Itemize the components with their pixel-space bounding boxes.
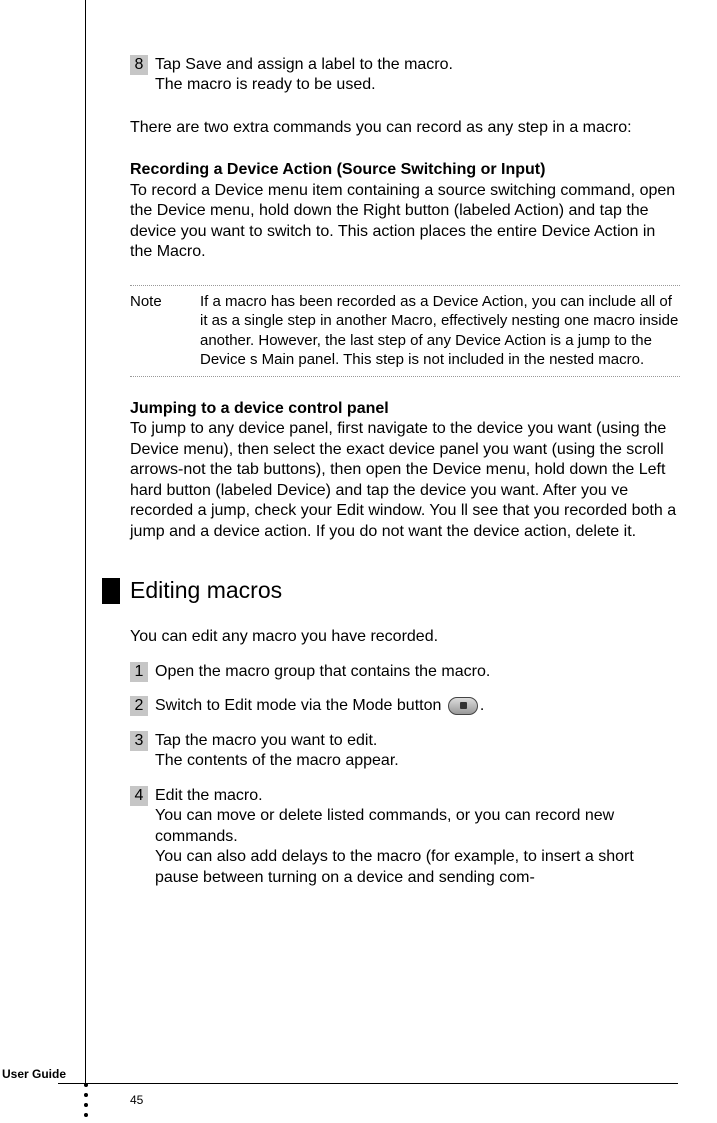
section-marker-icon xyxy=(102,578,120,604)
note-label: Note xyxy=(130,292,200,370)
edit-step-2: 2 Switch to Edit mode via the Mode butto… xyxy=(130,696,680,716)
step-number-3: 3 xyxy=(130,731,148,751)
jumping-body: To jump to any device panel, first navig… xyxy=(130,419,680,542)
recording-heading: Recording a Device Action (Source Switch… xyxy=(130,160,680,180)
edit-step-4-line2: You can move or delete listed commands, … xyxy=(155,806,680,847)
editing-steps: 1 Open the macro group that contains the… xyxy=(130,662,680,888)
edit-step-3-body: Tap the macro you want to edit. The cont… xyxy=(155,731,680,772)
extra-commands-para: There are two extra commands you can rec… xyxy=(130,118,680,138)
dot-icon xyxy=(84,1103,88,1107)
vertical-rule xyxy=(85,0,86,1083)
edit-step-4-line1: Edit the macro. xyxy=(155,786,680,806)
main-content: 8 Tap Save and assign a label to the mac… xyxy=(130,55,680,902)
user-guide-label: User Guide xyxy=(2,1067,66,1081)
edit-step-3: 3 Tap the macro you want to edit. The co… xyxy=(130,731,680,772)
step-number-1: 1 xyxy=(130,662,148,682)
editing-heading: Editing macros xyxy=(130,576,282,605)
note-body: If a macro has been recorded as a Device… xyxy=(200,292,680,370)
note-block: Note If a macro has been recorded as a D… xyxy=(130,285,680,377)
edit-step-4-line3: You can also add delays to the macro (fo… xyxy=(155,847,680,888)
edit-step-3-line1: Tap the macro you want to edit. xyxy=(155,731,680,751)
edit-step-1-body: Open the macro group that contains the m… xyxy=(155,662,680,682)
dot-icon xyxy=(84,1083,88,1087)
edit-step-2-body: Switch to Edit mode via the Mode button … xyxy=(155,696,680,716)
dot-column xyxy=(84,1083,88,1123)
step-8-row: 8 Tap Save and assign a label to the mac… xyxy=(130,55,680,96)
jumping-heading: Jumping to a device control panel xyxy=(130,399,680,419)
step-8-line2: The macro is ready to be used. xyxy=(155,75,680,95)
jumping-section: Jumping to a device control panel To jum… xyxy=(130,399,680,542)
edit-step-3-line2: The contents of the macro appear. xyxy=(155,751,680,771)
step-number-2: 2 xyxy=(130,696,148,716)
recording-body: To record a Device menu item containing … xyxy=(130,181,680,263)
step-8-body: Tap Save and assign a label to the macro… xyxy=(155,55,680,96)
mode-button-icon xyxy=(448,697,478,715)
dot-icon xyxy=(84,1093,88,1097)
recording-section: Recording a Device Action (Source Switch… xyxy=(130,160,680,262)
horizontal-rule xyxy=(58,1083,678,1084)
editing-intro: You can edit any macro you have recorded… xyxy=(130,627,680,647)
edit-step-4-body: Edit the macro. You can move or delete l… xyxy=(155,786,680,888)
edit-step-4: 4 Edit the macro. You can move or delete… xyxy=(130,786,680,888)
step-number-4: 4 xyxy=(130,786,148,806)
edit-step-2-pre: Switch to Edit mode via the Mode button xyxy=(155,697,446,714)
edit-step-1: 1 Open the macro group that contains the… xyxy=(130,662,680,682)
step-8-line1: Tap Save and assign a label to the macro… xyxy=(155,55,680,75)
edit-step-2-post: . xyxy=(480,697,484,714)
editing-heading-row: Editing macros xyxy=(102,576,680,605)
page-number: 45 xyxy=(130,1093,143,1107)
dot-icon xyxy=(84,1113,88,1117)
step-number-8: 8 xyxy=(130,55,148,75)
